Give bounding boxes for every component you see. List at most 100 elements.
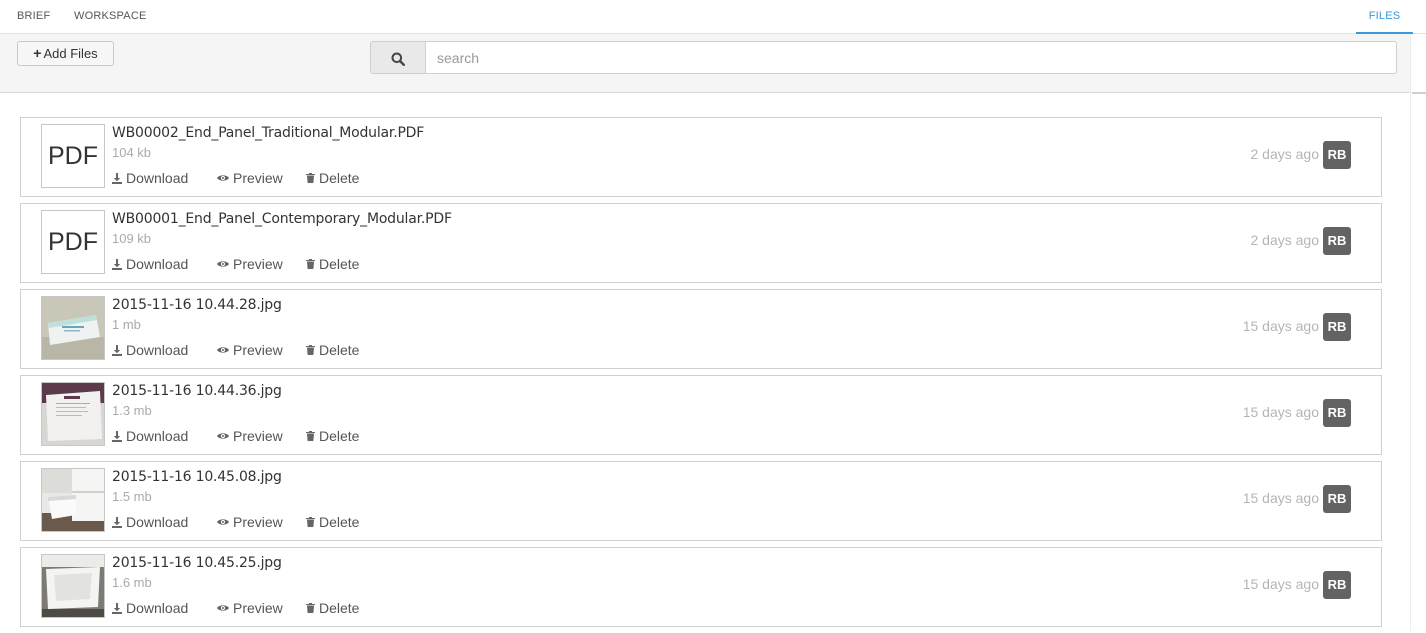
delete-label: Delete — [319, 256, 360, 272]
pdf-thumbnail-label: PDF — [48, 142, 98, 170]
delete-link[interactable]: Delete — [306, 514, 359, 530]
file-row: 2015-11-16 10.45.25.jpg 1.6 mb Download … — [20, 547, 1382, 627]
file-row: 2015-11-16 10.45.08.jpg 1.5 mb Download … — [20, 461, 1382, 541]
search-input[interactable] — [425, 41, 1397, 74]
tab-workspace[interactable]: WORKSPACE — [74, 0, 147, 34]
download-label: Download — [126, 514, 189, 530]
delete-label: Delete — [319, 600, 360, 616]
file-actions: Download Preview Delete — [112, 428, 359, 444]
file-row: PDF WB00001_End_Panel_Contemporary_Modul… — [20, 203, 1382, 283]
avatar[interactable]: RB — [1323, 571, 1351, 599]
file-actions: Download Preview Delete — [112, 170, 359, 186]
trash-icon — [306, 259, 315, 269]
trash-icon — [306, 345, 315, 355]
file-list: PDF WB00002_End_Panel_Traditional_Modula… — [20, 117, 1382, 633]
download-icon — [112, 258, 122, 270]
preview-link[interactable]: Preview — [217, 256, 306, 272]
scrollbar[interactable] — [1410, 34, 1426, 631]
upload-time: 15 days ago — [1242, 404, 1319, 420]
upload-time: 2 days ago — [1250, 232, 1320, 248]
download-link[interactable]: Download — [112, 170, 217, 186]
eye-icon — [217, 605, 229, 611]
file-thumbnail[interactable] — [41, 468, 105, 532]
download-link[interactable]: Download — [112, 428, 217, 444]
download-label: Download — [126, 600, 189, 616]
search-icon — [391, 52, 405, 66]
upload-time: 15 days ago — [1242, 576, 1319, 592]
photo-sign-thumbnail — [42, 383, 104, 445]
files-toolbar: + Add Files — [0, 34, 1410, 93]
download-label: Download — [126, 170, 189, 186]
photo-drawer-thumbnail — [42, 555, 104, 617]
download-icon — [112, 172, 122, 184]
tab-files[interactable]: FILES — [1356, 0, 1413, 34]
trash-icon — [306, 517, 315, 527]
upload-time: 2 days ago — [1250, 146, 1320, 162]
file-thumbnail[interactable] — [41, 296, 105, 360]
delete-label: Delete — [319, 514, 360, 530]
preview-link[interactable]: Preview — [217, 514, 306, 530]
preview-label: Preview — [233, 342, 283, 358]
file-size: 109 kb — [112, 231, 152, 246]
eye-icon — [217, 347, 229, 353]
file-size: 1.3 mb — [112, 403, 152, 418]
file-row: PDF WB00002_End_Panel_Traditional_Modula… — [20, 117, 1382, 197]
delete-link[interactable]: Delete — [306, 600, 359, 616]
avatar[interactable]: RB — [1323, 141, 1351, 169]
add-files-label: Add Files — [43, 46, 98, 61]
download-link[interactable]: Download — [112, 600, 217, 616]
avatar[interactable]: RB — [1323, 227, 1351, 255]
file-name: 2015-11-16 10.44.36.jpg — [112, 383, 282, 399]
download-icon — [112, 344, 122, 356]
file-row: 2015-11-16 10.44.28.jpg 1 mb Download Pr… — [20, 289, 1382, 369]
upload-time: 15 days ago — [1242, 490, 1319, 506]
file-thumbnail[interactable]: PDF — [41, 210, 105, 274]
file-actions: Download Preview Delete — [112, 342, 359, 358]
preview-label: Preview — [233, 600, 283, 616]
file-actions: Download Preview Delete — [112, 514, 359, 530]
delete-label: Delete — [319, 428, 360, 444]
file-actions: Download Preview Delete — [112, 256, 359, 272]
file-thumbnail[interactable]: PDF — [41, 124, 105, 188]
file-name: 2015-11-16 10.45.08.jpg — [112, 469, 282, 485]
search-button[interactable] — [370, 41, 426, 74]
avatar[interactable]: RB — [1323, 399, 1351, 427]
tab-brief[interactable]: BRIEF — [17, 0, 50, 34]
download-link[interactable]: Download — [112, 514, 217, 530]
preview-link[interactable]: Preview — [217, 170, 306, 186]
trash-icon — [306, 173, 315, 183]
download-label: Download — [126, 428, 189, 444]
photo-box-thumbnail — [42, 297, 104, 359]
file-name: WB00001_End_Panel_Contemporary_Modular.P… — [112, 211, 452, 227]
download-link[interactable]: Download — [112, 256, 217, 272]
download-icon — [112, 430, 122, 442]
eye-icon — [217, 261, 229, 267]
pdf-thumbnail-label: PDF — [48, 228, 98, 256]
delete-link[interactable]: Delete — [306, 428, 359, 444]
eye-icon — [217, 519, 229, 525]
preview-label: Preview — [233, 514, 283, 530]
trash-icon — [306, 431, 315, 441]
add-files-button[interactable]: + Add Files — [17, 41, 114, 66]
download-link[interactable]: Download — [112, 342, 217, 358]
preview-link[interactable]: Preview — [217, 342, 306, 358]
scrollbar-thumb[interactable] — [1412, 92, 1426, 94]
preview-link[interactable]: Preview — [217, 600, 306, 616]
delete-label: Delete — [319, 170, 360, 186]
upload-time: 15 days ago — [1242, 318, 1319, 334]
file-thumbnail[interactable] — [41, 382, 105, 446]
delete-label: Delete — [319, 342, 360, 358]
delete-link[interactable]: Delete — [306, 170, 359, 186]
preview-link[interactable]: Preview — [217, 428, 306, 444]
file-thumbnail[interactable] — [41, 554, 105, 618]
preview-label: Preview — [233, 170, 283, 186]
delete-link[interactable]: Delete — [306, 256, 359, 272]
file-size: 1.5 mb — [112, 489, 152, 504]
file-row: 2015-11-16 10.44.36.jpg 1.3 mb Download … — [20, 375, 1382, 455]
delete-link[interactable]: Delete — [306, 342, 359, 358]
file-name: 2015-11-16 10.45.25.jpg — [112, 555, 282, 571]
download-label: Download — [126, 256, 189, 272]
avatar[interactable]: RB — [1323, 485, 1351, 513]
avatar[interactable]: RB — [1323, 313, 1351, 341]
photo-drawer-open-thumbnail — [42, 469, 104, 531]
